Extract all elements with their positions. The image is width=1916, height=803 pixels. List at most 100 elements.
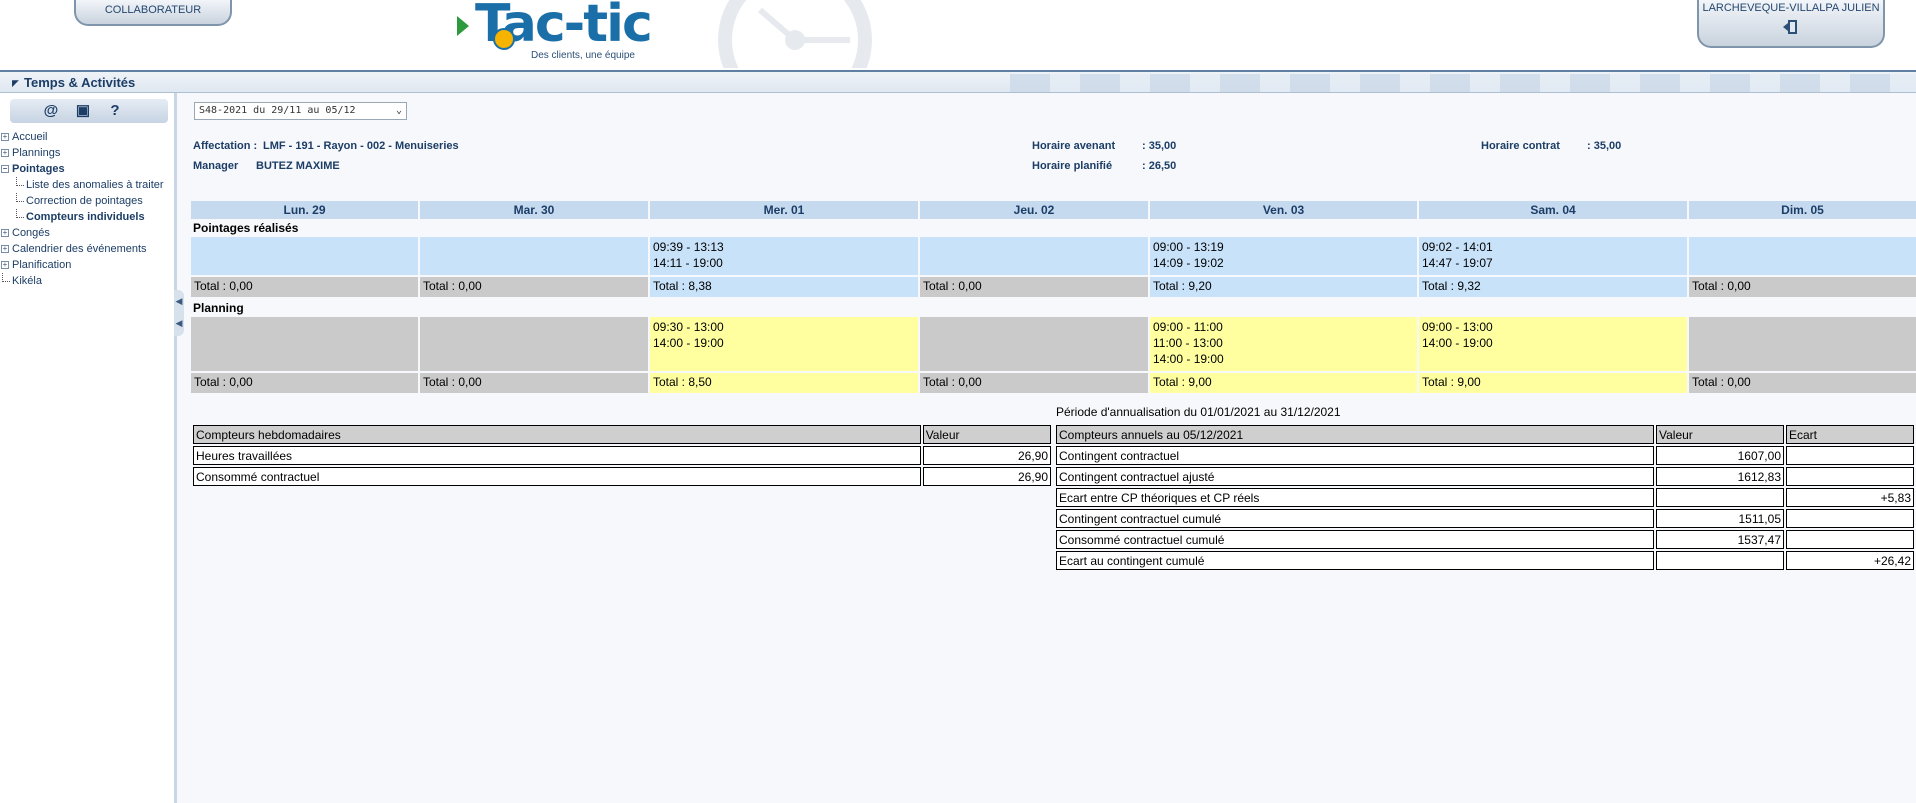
pointage-line: 14:47 - 19:07 bbox=[1422, 256, 1493, 270]
sidebar-item-correction[interactable]: Correction de pointages bbox=[0, 193, 170, 209]
tree-connector bbox=[16, 193, 24, 202]
main-content: S48-2021 du 29/11 au 05/12 ⌄ Affectation… bbox=[182, 93, 1916, 803]
expand-icon[interactable]: + bbox=[1, 133, 9, 141]
tree-connector bbox=[2, 273, 10, 282]
collaborateur-tab-label: COLLABORATEUR bbox=[104, 4, 202, 16]
collapse-caret-icon[interactable]: ◤ bbox=[12, 78, 19, 89]
expand-icon[interactable]: + bbox=[1, 229, 9, 237]
counter-ecart bbox=[1786, 446, 1914, 465]
day-header: Jeu. 02 bbox=[920, 201, 1148, 219]
expand-icon[interactable]: + bbox=[1, 245, 9, 253]
planning-total: Total : 0,00 bbox=[420, 373, 648, 393]
planning-total: Total : 0,00 bbox=[1689, 373, 1916, 393]
planning-cell[interactable]: 09:00 - 11:00 11:00 - 13:00 14:00 - 19:00 bbox=[1150, 317, 1417, 371]
planning-line: 09:30 - 13:00 bbox=[653, 320, 724, 334]
planning-cell[interactable] bbox=[920, 317, 1148, 371]
table-row: Ecart entre CP théoriques et CP réels +5… bbox=[1056, 488, 1914, 507]
counter-ecart bbox=[1786, 509, 1914, 528]
counter-ecart: +26,42 bbox=[1786, 551, 1914, 570]
planning-cell[interactable] bbox=[191, 317, 418, 371]
planning-cell[interactable] bbox=[1689, 317, 1916, 371]
planning-cell[interactable] bbox=[420, 317, 648, 371]
horaire-avenant-label: Horaire avenant bbox=[1032, 140, 1116, 152]
sidebar-item-conges[interactable]: + Congés bbox=[0, 225, 170, 241]
sidebar-item-pointages[interactable]: − Pointages bbox=[0, 161, 170, 177]
week-select[interactable]: S48-2021 du 29/11 au 05/12 ⌄ bbox=[194, 102, 407, 120]
sidebar-item-compteurs[interactable]: Compteurs individuels bbox=[0, 209, 170, 225]
column-header: Compteurs hebdomadaires bbox=[193, 425, 921, 444]
pointage-total: Total : 0,00 bbox=[420, 277, 648, 297]
pointage-cell[interactable] bbox=[1689, 237, 1916, 275]
sidebar-item-calendrier[interactable]: + Calendrier des événements bbox=[0, 241, 170, 257]
day-header-row: Lun. 29 Mar. 30 Mer. 01 Jeu. 02 Ven. 03 … bbox=[191, 201, 1916, 219]
pointage-total: Total : 9,20 bbox=[1150, 277, 1417, 297]
sidebar-item-kikela[interactable]: Kikéla bbox=[0, 273, 170, 289]
sidebar-item-anomalies[interactable]: Liste des anomalies à traiter bbox=[0, 177, 170, 193]
pointage-line: 09:39 - 13:13 bbox=[653, 240, 724, 254]
pointage-total: Total : 0,00 bbox=[191, 277, 418, 297]
pointage-line: 09:02 - 14:01 bbox=[1422, 240, 1493, 254]
counter-ecart: +5,83 bbox=[1786, 488, 1914, 507]
planning-cell[interactable]: 09:30 - 13:00 14:00 - 19:00 bbox=[650, 317, 918, 371]
pointage-cell[interactable]: 09:39 - 13:13 14:11 - 19:00 bbox=[650, 237, 918, 275]
column-header: Ecart bbox=[1786, 425, 1914, 444]
sidebar-item-label: Pointages bbox=[12, 163, 65, 175]
day-header: Dim. 05 bbox=[1689, 201, 1916, 219]
planning-total: Total : 9,00 bbox=[1419, 373, 1687, 393]
clapper-icon[interactable]: ▣ bbox=[72, 101, 94, 121]
counter-label: Heures travaillées bbox=[193, 446, 921, 465]
pointage-line: 14:11 - 19:00 bbox=[653, 256, 723, 270]
pointage-cell[interactable] bbox=[920, 237, 1148, 275]
sidebar-item-planification[interactable]: + Planification bbox=[0, 257, 170, 273]
navigation-tree: + Accueil + Plannings − Pointages Liste … bbox=[0, 129, 170, 289]
sidebar-item-accueil[interactable]: + Accueil bbox=[0, 129, 170, 145]
affectation-label: Affectation : bbox=[193, 140, 258, 152]
horaire-contrat-value: : 35,00 bbox=[1587, 140, 1622, 152]
expand-icon[interactable]: + bbox=[1, 149, 9, 157]
planning-line: 11:00 - 13:00 bbox=[1153, 336, 1223, 350]
week-grid: Lun. 29 Mar. 30 Mer. 01 Jeu. 02 Ven. 03 … bbox=[191, 201, 1916, 393]
app-header: COLLABORATEUR Tac-tic Des clients, une é… bbox=[0, 0, 1916, 70]
horaire-contrat-label: Horaire contrat bbox=[1481, 140, 1560, 152]
pointage-total: Total : 9,32 bbox=[1419, 277, 1687, 297]
counter-ecart bbox=[1786, 467, 1914, 486]
counter-ecart bbox=[1786, 530, 1914, 549]
logout-door-icon[interactable] bbox=[1782, 19, 1800, 35]
planning-cell[interactable]: 09:00 - 13:00 14:00 - 19:00 bbox=[1419, 317, 1687, 371]
at-icon[interactable]: @ bbox=[40, 101, 62, 121]
pointage-cell[interactable]: 09:02 - 14:01 14:47 - 19:07 bbox=[1419, 237, 1687, 275]
planning-line: 09:00 - 13:00 bbox=[1422, 320, 1493, 334]
help-icon[interactable]: ? bbox=[104, 101, 126, 121]
logo-clock-icon bbox=[493, 28, 515, 50]
week-select-value: S48-2021 du 29/11 au 05/12 bbox=[199, 105, 356, 116]
logo-arrow-icon bbox=[457, 16, 469, 36]
pointage-cell[interactable] bbox=[191, 237, 418, 275]
pointage-cell[interactable] bbox=[420, 237, 648, 275]
day-header: Mer. 01 bbox=[650, 201, 918, 219]
sidebar-item-label: Plannings bbox=[12, 147, 61, 159]
pointages-row: 09:39 - 13:13 14:11 - 19:00 09:00 - 13:19… bbox=[191, 237, 1916, 275]
sidebar-item-label: Kikéla bbox=[12, 275, 42, 287]
titlebar-decoration bbox=[1010, 74, 1916, 92]
table-header-row: Compteurs hebdomadaires Valeur bbox=[193, 425, 1051, 444]
sidebar-item-label: Correction de pointages bbox=[26, 195, 143, 207]
expand-icon[interactable]: + bbox=[1, 261, 9, 269]
tree-connector bbox=[16, 209, 24, 218]
sidebar-item-plannings[interactable]: + Plannings bbox=[0, 145, 170, 161]
module-titlebar: ◤ Temps & Activités bbox=[0, 70, 1916, 93]
pointage-total: Total : 8,38 bbox=[650, 277, 918, 297]
counter-label: Consommé contractuel bbox=[193, 467, 921, 486]
planning-line: 14:00 - 19:00 bbox=[1153, 352, 1224, 366]
tree-connector bbox=[16, 177, 24, 186]
pointage-total: Total : 0,00 bbox=[920, 277, 1148, 297]
counter-value: 26,90 bbox=[922, 446, 1051, 465]
collapse-icon[interactable]: − bbox=[1, 165, 9, 173]
affectation-value: LMF - 191 - Rayon - 002 - Menuiseries bbox=[263, 140, 459, 152]
sidebar-item-label: Calendrier des événements bbox=[12, 243, 147, 255]
pointage-cell[interactable]: 09:00 - 13:19 14:09 - 19:02 bbox=[1150, 237, 1417, 275]
planning-total: Total : 9,00 bbox=[1150, 373, 1417, 393]
user-tab: LARCHEVEQUE-VILLALPA JULIEN bbox=[1697, 0, 1885, 48]
collaborateur-tab[interactable]: COLLABORATEUR bbox=[74, 0, 232, 26]
table-header-row: Compteurs annuels au 05/12/2021 Valeur E… bbox=[1056, 425, 1914, 444]
counter-label: Contingent contractuel ajusté bbox=[1056, 467, 1654, 486]
